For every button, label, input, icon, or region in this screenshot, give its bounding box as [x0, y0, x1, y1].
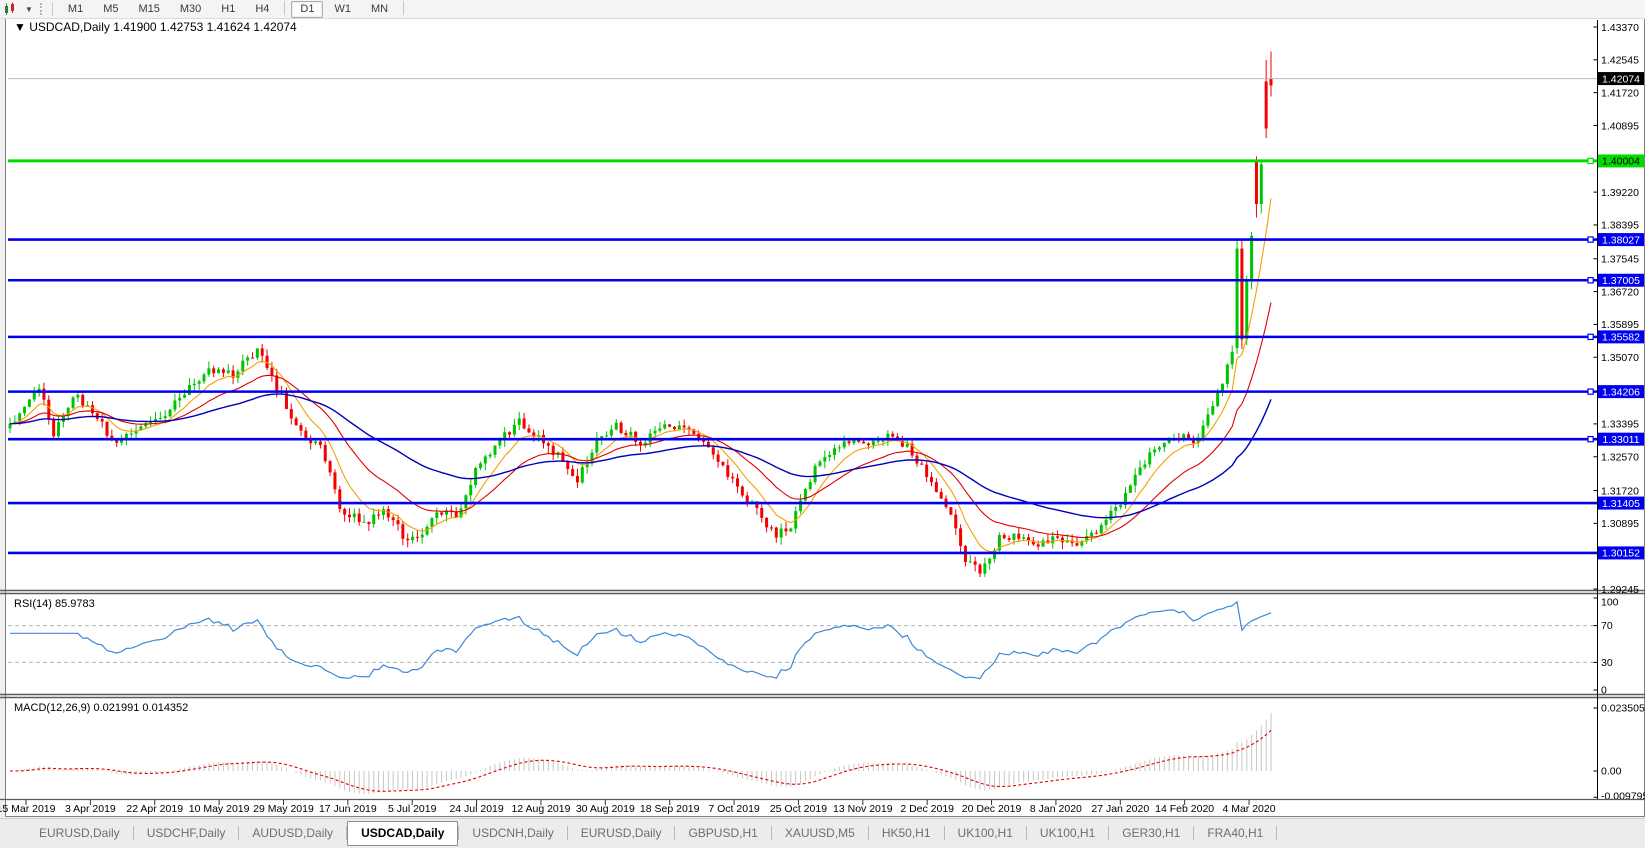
svg-text:29 May 2019: 29 May 2019 [253, 803, 314, 815]
chart-tab-eurusd-daily[interactable]: EURUSD,Daily [568, 822, 675, 844]
toolbar-separator [403, 1, 404, 15]
svg-text:0: 0 [1601, 685, 1607, 697]
chart-tab-uk100-h1[interactable]: UK100,H1 [945, 822, 1026, 844]
svg-text:1.33011: 1.33011 [1602, 434, 1639, 446]
svg-text:70: 70 [1601, 620, 1613, 632]
svg-text:22 Apr 2019: 22 Apr 2019 [126, 803, 183, 815]
svg-text:1.31720: 1.31720 [1601, 485, 1639, 497]
svg-text:1.38395: 1.38395 [1601, 220, 1639, 232]
chart-tab-usdcnh-daily[interactable]: USDCNH,Daily [459, 822, 566, 844]
toolbar-separator [52, 2, 53, 16]
rsi-label: RSI(14) 85.9783 [14, 598, 95, 610]
svg-text:25 Oct 2019: 25 Oct 2019 [770, 803, 827, 815]
svg-text:7 Oct 2019: 7 Oct 2019 [708, 803, 760, 815]
svg-text:100: 100 [1601, 597, 1619, 609]
chart-tab-ger30-h1[interactable]: GER30,H1 [1109, 822, 1193, 844]
svg-text:1.35895: 1.35895 [1601, 319, 1639, 331]
chart-tab-bar: EURUSD,DailyUSDCHF,DailyAUDUSD,DailyUSDC… [0, 818, 1645, 848]
svg-text:1.29245: 1.29245 [1601, 584, 1639, 596]
timeframe-button-m15[interactable]: M15 [129, 1, 168, 18]
svg-text:3 Apr 2019: 3 Apr 2019 [65, 803, 116, 815]
svg-text:-0.009795: -0.009795 [1601, 791, 1645, 803]
timeframe-button-h1[interactable]: H1 [212, 1, 244, 18]
chart-window[interactable]: 1.43370 1.42545 1.41720 1.40895 1.39220 1.383… [0, 0, 1645, 848]
svg-text:1.40004: 1.40004 [1602, 156, 1640, 168]
level-handle[interactable] [1588, 334, 1593, 339]
timeframe-button-d1[interactable]: D1 [291, 1, 323, 18]
svg-text:5 Jul 2019: 5 Jul 2019 [388, 803, 437, 815]
svg-text:1.33395: 1.33395 [1601, 419, 1639, 431]
timeframe-button-w1[interactable]: W1 [325, 1, 360, 18]
svg-text:1.38027: 1.38027 [1602, 234, 1640, 246]
chart-tab-uk100-h1[interactable]: UK100,H1 [1027, 822, 1108, 844]
svg-text:14 Feb 2020: 14 Feb 2020 [1155, 803, 1214, 815]
svg-text:8 Jan 2020: 8 Jan 2020 [1030, 803, 1082, 815]
chart-tab-gbpusd-h1[interactable]: GBPUSD,H1 [675, 822, 770, 844]
toolbar-grip[interactable] [40, 3, 42, 15]
svg-text:30: 30 [1601, 657, 1613, 669]
svg-text:1.40895: 1.40895 [1601, 120, 1639, 132]
svg-text:18 Sep 2019: 18 Sep 2019 [640, 803, 700, 815]
level-handle[interactable] [1588, 389, 1593, 394]
chart-title: ▼ USDCAD,Daily 1.41900 1.42753 1.41624 1… [14, 20, 297, 34]
svg-text:1.35582: 1.35582 [1602, 332, 1640, 344]
svg-text:17 Jun 2019: 17 Jun 2019 [319, 803, 377, 815]
trading-platform-window: { "toolbar": { "chart_tool_icon": "candl… [0, 0, 1645, 848]
svg-text:0.00: 0.00 [1601, 766, 1622, 778]
macd-label: MACD(12,26,9) 0.021991 0.014352 [14, 702, 188, 714]
level-handle[interactable] [1588, 278, 1593, 283]
level-handle[interactable] [1588, 437, 1593, 442]
svg-text:12 Aug 2019: 12 Aug 2019 [511, 803, 570, 815]
svg-text:1.39220: 1.39220 [1601, 187, 1639, 199]
timeframe-button-h4[interactable]: H4 [246, 1, 278, 18]
svg-text:1.41720: 1.41720 [1601, 87, 1639, 99]
svg-text:24 Jul 2019: 24 Jul 2019 [449, 803, 503, 815]
chart-tab-xauusd-m5[interactable]: XAUUSD,M5 [772, 822, 868, 844]
svg-text:20 Dec 2019: 20 Dec 2019 [962, 803, 1022, 815]
level-handle[interactable] [1588, 158, 1593, 163]
svg-text:1.43370: 1.43370 [1601, 22, 1639, 34]
svg-text:27 Jan 2020: 27 Jan 2020 [1091, 803, 1149, 815]
tab-separator [1276, 826, 1277, 840]
svg-text:4 Mar 2020: 4 Mar 2020 [1222, 803, 1275, 815]
chart-tab-usdchf-daily[interactable]: USDCHF,Daily [134, 822, 239, 844]
svg-text:13 Nov 2019: 13 Nov 2019 [833, 803, 893, 815]
svg-text:15 Mar 2019: 15 Mar 2019 [0, 803, 56, 815]
svg-text:1.42074: 1.42074 [1602, 73, 1640, 85]
timeframe-button-m30[interactable]: M30 [171, 1, 210, 18]
svg-text:1.42545: 1.42545 [1601, 55, 1639, 67]
svg-text:1.30895: 1.30895 [1601, 518, 1639, 530]
svg-text:1.34206: 1.34206 [1602, 386, 1640, 398]
svg-text:10 May 2019: 10 May 2019 [189, 803, 250, 815]
svg-text:1.32570: 1.32570 [1601, 452, 1639, 464]
svg-text:1.37005: 1.37005 [1602, 275, 1640, 287]
svg-text:1.30152: 1.30152 [1602, 548, 1640, 560]
chart-type-icon[interactable] [3, 2, 23, 16]
chart-tab-eurusd-daily[interactable]: EURUSD,Daily [26, 822, 133, 844]
toolbar-separator [284, 1, 285, 15]
svg-text:1.31405: 1.31405 [1602, 498, 1640, 510]
chart-tab-hk50-h1[interactable]: HK50,H1 [869, 822, 944, 844]
svg-text:30 Aug 2019: 30 Aug 2019 [576, 803, 635, 815]
chart-tab-fra40-h1[interactable]: FRA40,H1 [1194, 822, 1276, 844]
svg-text:0.023505: 0.023505 [1601, 703, 1645, 715]
timeframe-button-mn[interactable]: MN [362, 1, 397, 18]
chart-tab-audusd-daily[interactable]: AUDUSD,Daily [239, 822, 346, 844]
timeframe-button-m5[interactable]: M5 [94, 1, 127, 18]
svg-text:1.36720: 1.36720 [1601, 286, 1639, 298]
chart-tab-usdcad-daily[interactable]: USDCAD,Daily [347, 821, 458, 846]
timeframe-buttons: M1M5M15M30H1H4 D1W1MN [58, 1, 409, 18]
level-handle[interactable] [1588, 237, 1593, 242]
svg-text:1.35070: 1.35070 [1601, 352, 1639, 364]
timeframe-button-m1[interactable]: M1 [59, 1, 92, 18]
chevron-down-icon[interactable]: ▼ [25, 5, 33, 14]
svg-text:2 Dec 2019: 2 Dec 2019 [900, 803, 954, 815]
toolbar: ▼ M1M5M15M30H1H4 D1W1MN [0, 0, 1645, 19]
svg-text:1.37545: 1.37545 [1601, 254, 1639, 266]
